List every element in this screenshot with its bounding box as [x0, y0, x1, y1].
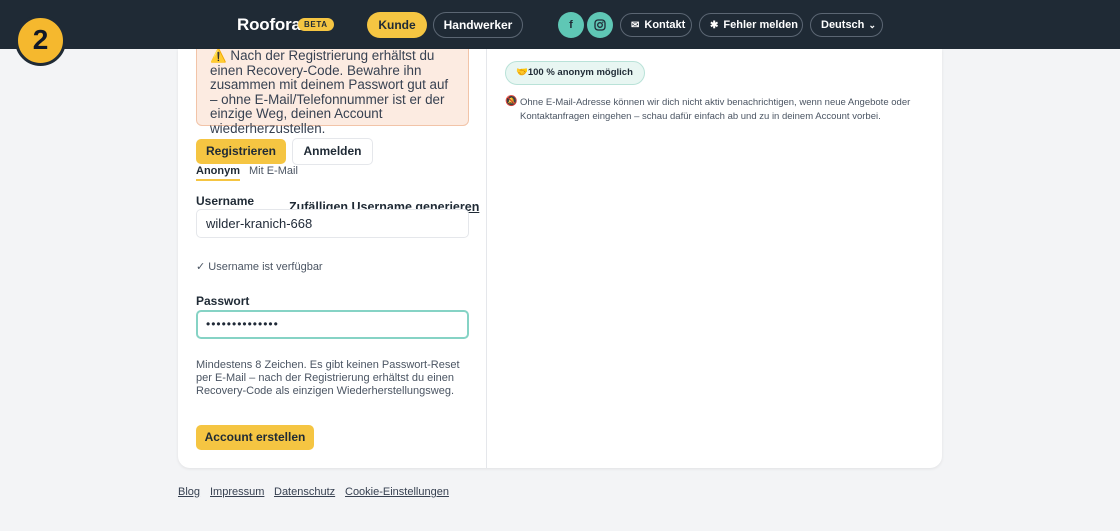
fehler-label: Fehler melden: [723, 19, 798, 31]
fehler-melden-button[interactable]: ✱ Fehler melden: [699, 13, 803, 37]
mail-icon: ✉: [631, 20, 640, 31]
step-number-badge: 2: [15, 15, 66, 66]
column-divider: [486, 49, 487, 468]
tab-mit-email[interactable]: Mit E-Mail: [249, 165, 298, 177]
username-input[interactable]: wilder-kranich-668: [196, 209, 469, 238]
login-tab-button[interactable]: Anmelden: [292, 138, 373, 165]
footer-link-blog[interactable]: Blog: [178, 486, 200, 498]
kontakt-button[interactable]: ✉ Kontakt: [620, 13, 692, 37]
password-hint: Mindestens 8 Zeichen. Es gibt keinen Pas…: [196, 359, 460, 397]
nav-kunde-button[interactable]: Kunde: [367, 12, 427, 38]
brand-logo[interactable]: Roofora: [237, 15, 301, 35]
recovery-warning-box: ⚠️ Nach der Registrierung erhältst du ei…: [196, 49, 469, 135]
bug-icon: ✱: [710, 20, 719, 31]
instagram-icon[interactable]: [587, 12, 613, 38]
tab-anonym[interactable]: Anonym: [196, 165, 240, 181]
muted-bell-icon: 🔕: [505, 96, 518, 107]
facebook-icon[interactable]: f: [558, 12, 584, 38]
nav-handwerker-button[interactable]: Handwerker: [433, 12, 523, 38]
username-label: Username: [196, 194, 255, 208]
beta-badge: BETA: [298, 18, 334, 31]
language-label: Deutsch: [821, 19, 865, 31]
registration-card: ⚠️ Nach der Registrierung erhältst du ei…: [178, 49, 942, 468]
create-account-button[interactable]: Account erstellen: [196, 425, 314, 450]
footer-link-datenschutz[interactable]: Datenschutz: [274, 486, 335, 498]
password-input[interactable]: ••••••••••••••: [196, 310, 469, 339]
username-available-status: ✓ Username ist verfügbar: [196, 261, 323, 273]
footer-link-impressum[interactable]: Impressum: [210, 486, 264, 498]
notification-note: Ohne E-Mail-Adresse können wir dich nich…: [520, 97, 911, 122]
register-tab-button[interactable]: Registrieren: [196, 139, 286, 164]
language-select[interactable]: Deutsch ⌄: [810, 13, 883, 37]
anonymous-possible-badge: 🤝100 % anonym möglich: [505, 61, 645, 85]
password-label: Passwort: [196, 294, 250, 308]
top-navigation-bar: Roofora BETA Kunde Handwerker f ✉ Kontakt…: [0, 0, 1120, 49]
chevron-down-icon: ⌄: [868, 20, 876, 30]
kontakt-label: Kontakt: [644, 19, 686, 31]
footer-link-cookie-settings[interactable]: Cookie-Einstellungen: [345, 486, 449, 498]
